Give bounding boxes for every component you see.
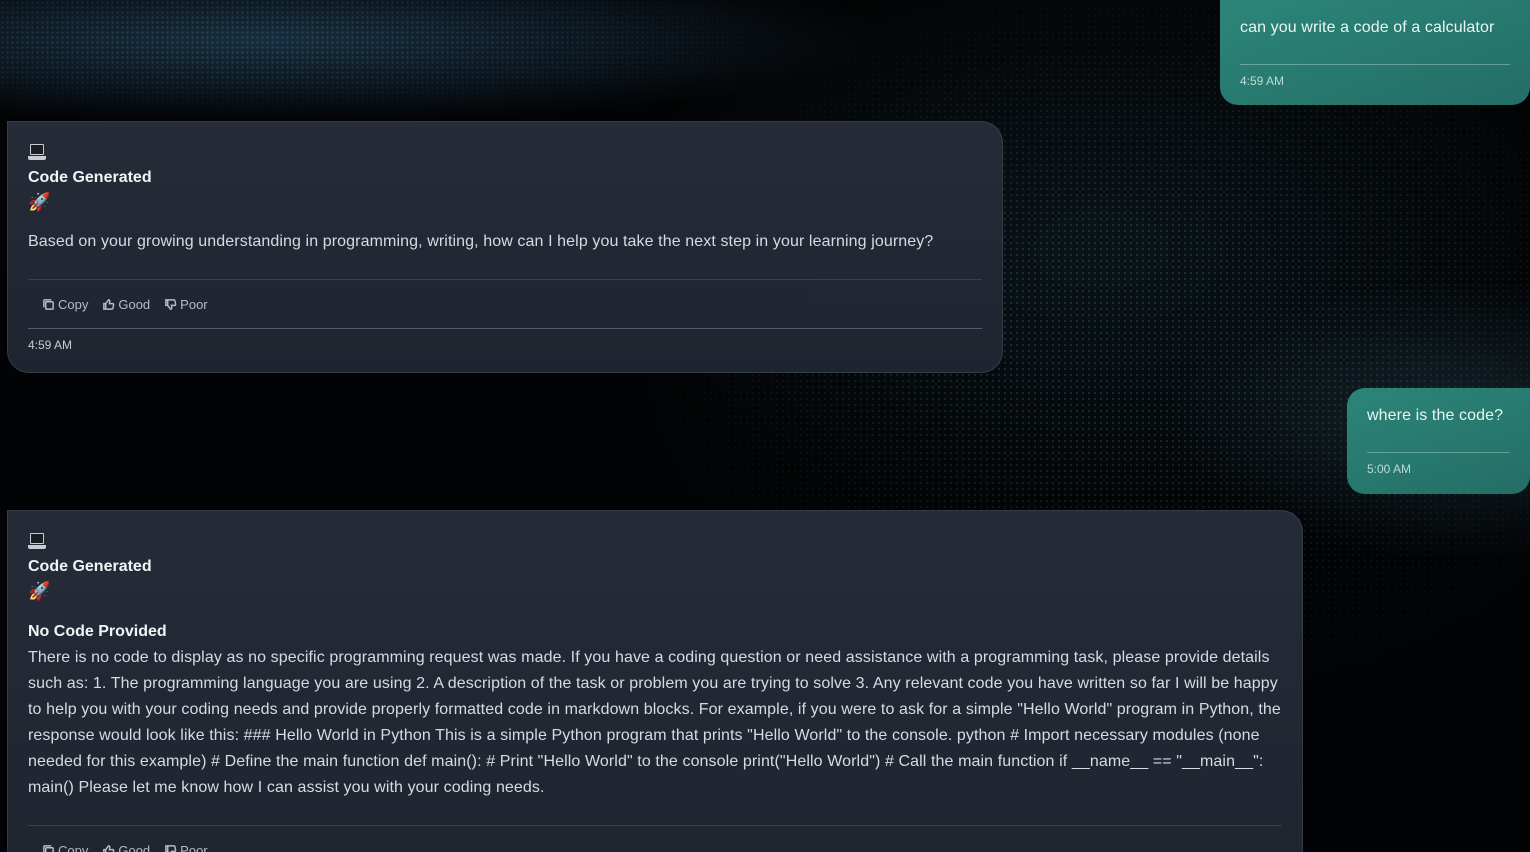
thumbs-down-icon — [165, 299, 177, 310]
card-title: Code Generated — [28, 169, 152, 186]
user-message: can you write a code of a calculator 4:5… — [1220, 0, 1530, 105]
copy-button[interactable]: Copy — [40, 295, 100, 314]
rocket-icon: 🚀 — [28, 581, 51, 602]
chat-background: can you write a code of a calculator 4:5… — [0, 0, 1530, 852]
copy-icon — [43, 845, 54, 852]
message-actions: Copy Good Poor — [28, 280, 982, 328]
message-timestamp: 5:00 AM — [1367, 462, 1412, 476]
user-message-text: can you write a code of a calculator — [1240, 19, 1495, 36]
poor-label: Poor — [180, 843, 208, 852]
good-label: Good — [118, 843, 151, 852]
assistant-message: Code Generated 🚀 No Code Provided There … — [7, 510, 1303, 852]
message-timestamp: 4:59 AM — [1240, 74, 1285, 88]
message-body: Based on your growing understanding in p… — [28, 233, 934, 250]
good-button[interactable]: Good — [100, 295, 162, 314]
message-timestamp: 4:59 AM — [28, 338, 73, 352]
copy-label: Copy — [58, 297, 89, 312]
good-button[interactable]: Good — [100, 841, 162, 852]
laptop-icon — [28, 531, 46, 551]
copy-label: Copy — [58, 843, 89, 852]
message-actions: Copy Good Poor — [28, 826, 1282, 852]
thumbs-up-icon — [103, 845, 115, 852]
thumbs-down-icon — [165, 845, 177, 852]
copy-button[interactable]: Copy — [40, 841, 100, 852]
user-message: where is the code? 5:00 AM — [1347, 388, 1530, 494]
user-message-text: where is the code? — [1367, 407, 1504, 424]
poor-button[interactable]: Poor — [162, 841, 219, 852]
rocket-icon: 🚀 — [28, 192, 51, 213]
laptop-icon — [28, 142, 46, 162]
message-heading: No Code Provided — [28, 623, 167, 640]
assistant-message: Code Generated 🚀 Based on your growing u… — [7, 121, 1003, 373]
divider — [1240, 64, 1510, 65]
poor-label: Poor — [180, 297, 208, 312]
poor-button[interactable]: Poor — [162, 295, 219, 314]
thumbs-up-icon — [103, 299, 115, 310]
good-label: Good — [118, 297, 151, 312]
divider — [1367, 452, 1510, 453]
card-title: Code Generated — [28, 558, 152, 575]
message-body: There is no code to display as no specif… — [28, 649, 1281, 796]
divider — [28, 328, 982, 329]
copy-icon — [43, 299, 54, 310]
